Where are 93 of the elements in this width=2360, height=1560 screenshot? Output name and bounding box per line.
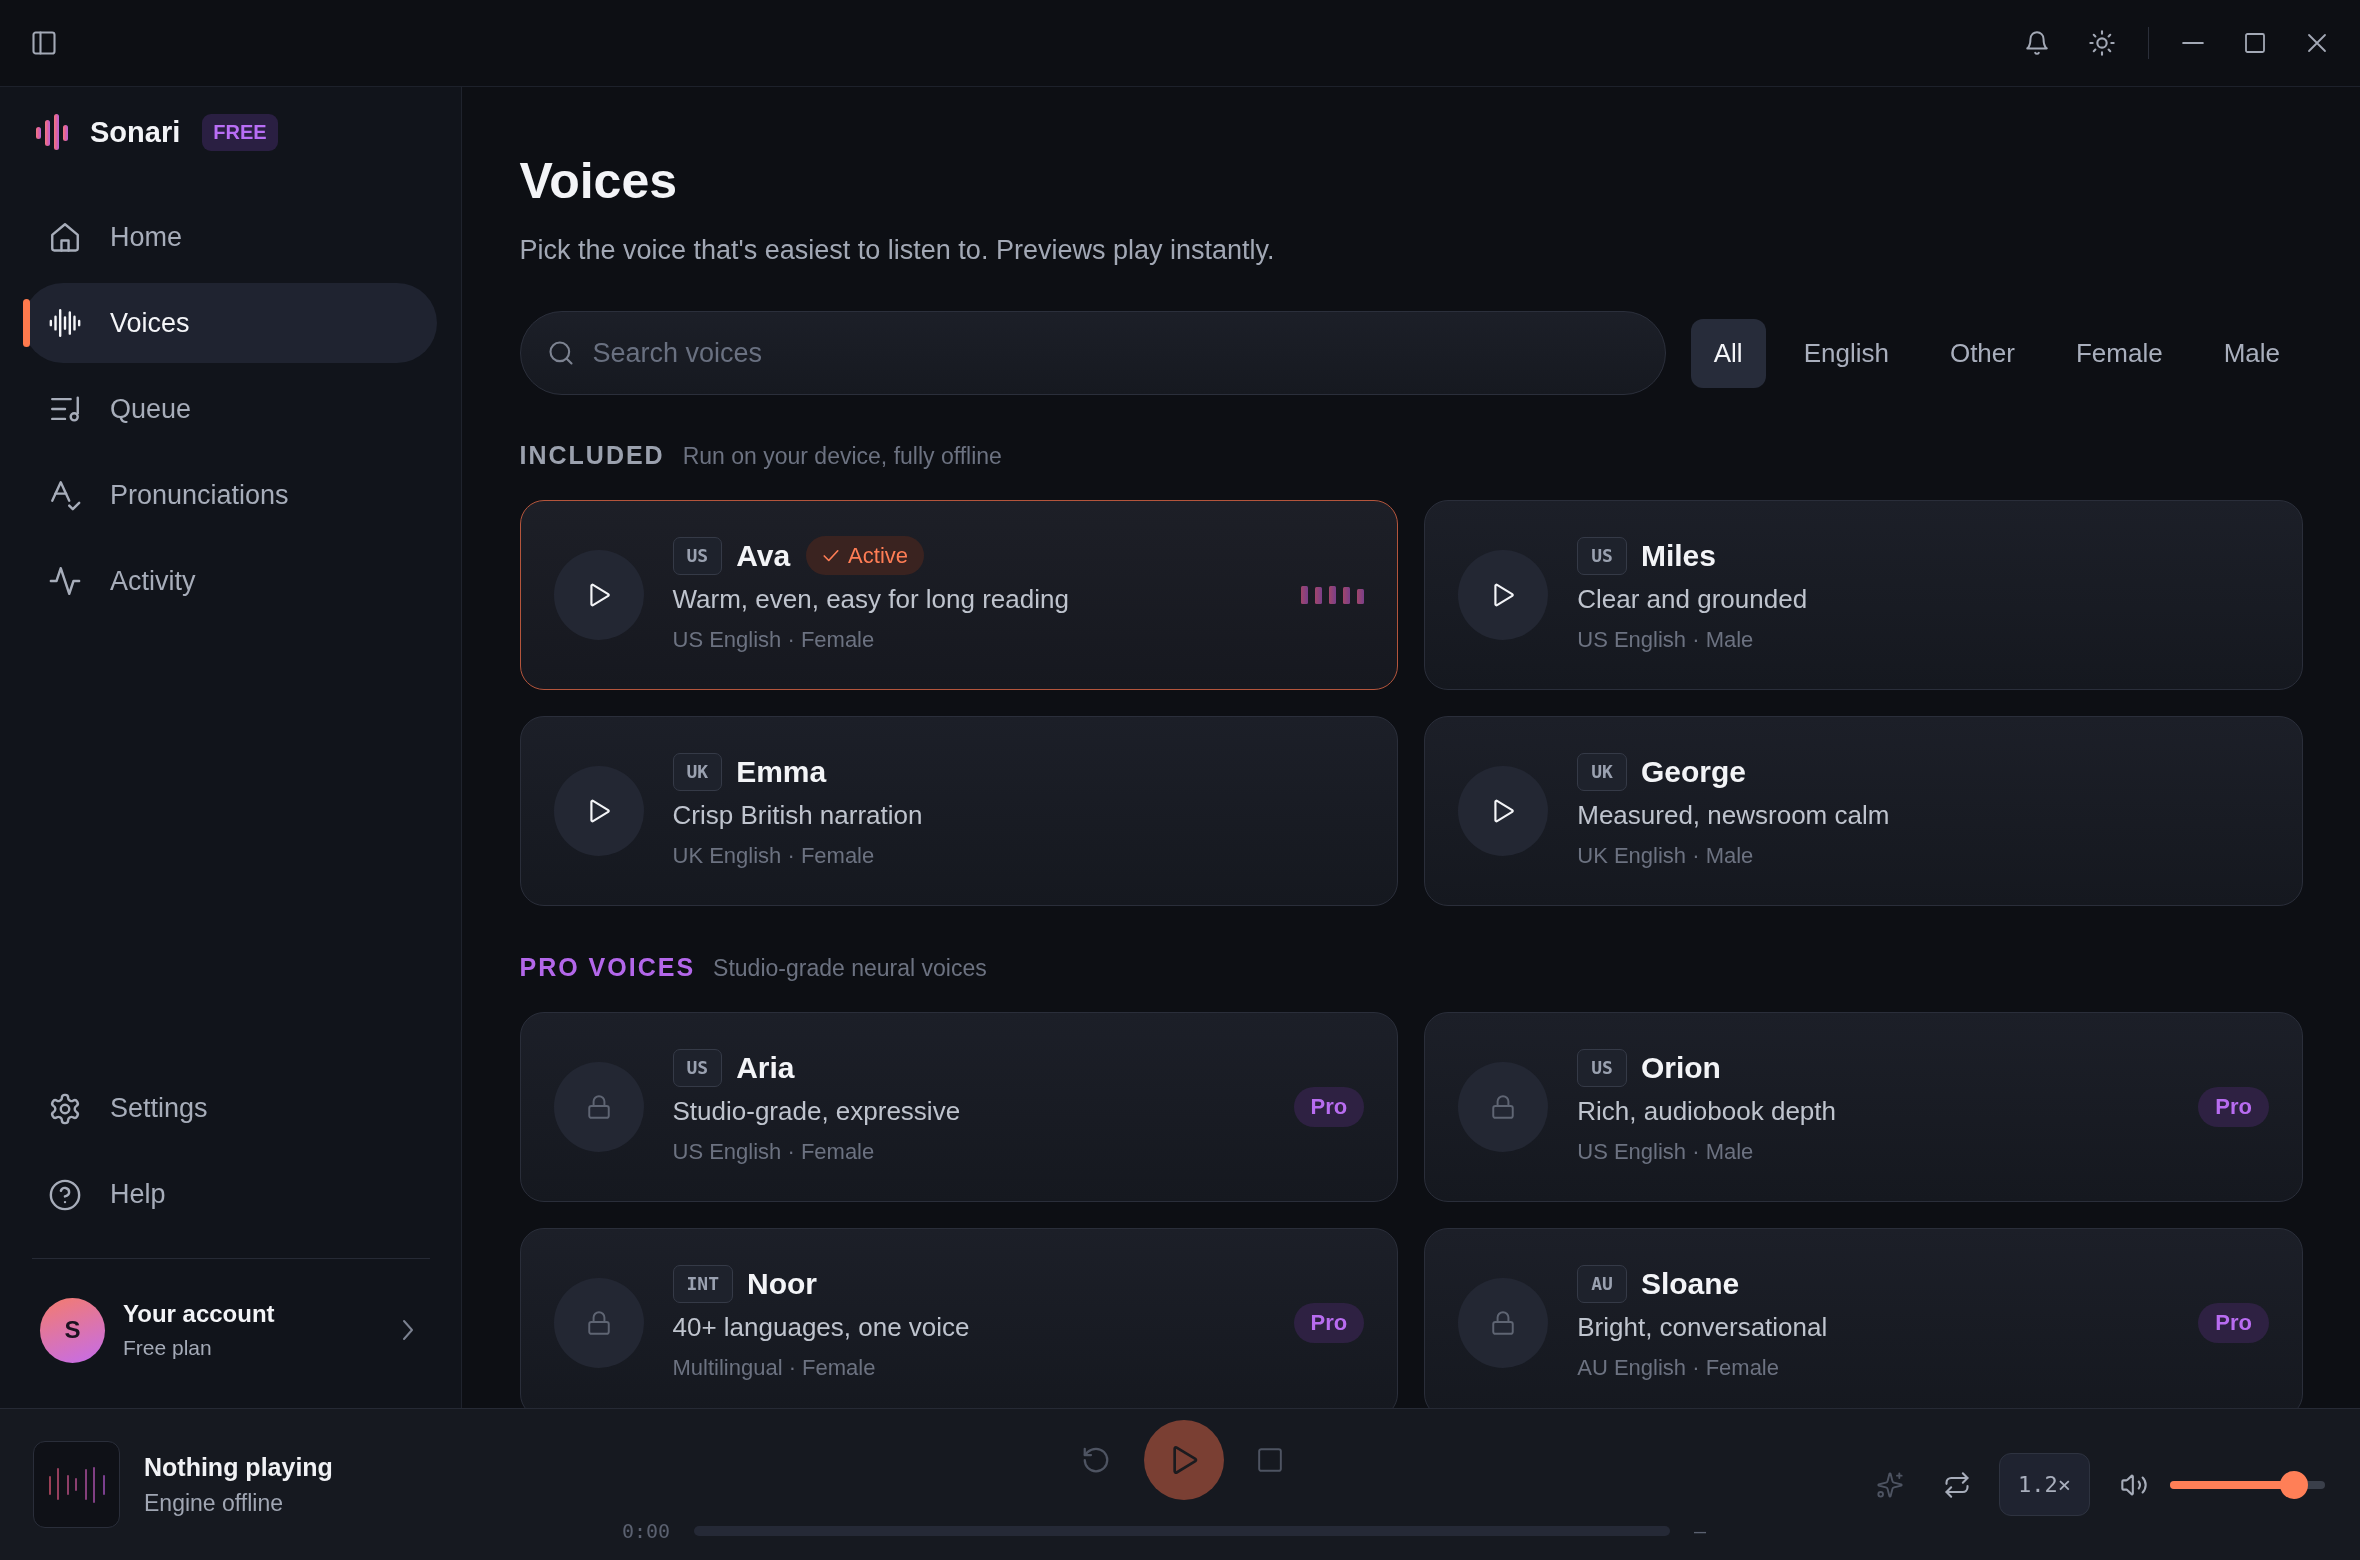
filter-tab[interactable]: All [1690, 318, 1766, 388]
plan-badge: FREE [202, 113, 278, 151]
filter-tab[interactable]: English [1780, 318, 1912, 388]
brand-logo-icon [36, 114, 68, 150]
region-tag: US [672, 1048, 723, 1087]
region-tag: UK [672, 752, 723, 791]
voice-details: UK English · Female [672, 841, 876, 870]
region-tag: US [1577, 1048, 1627, 1087]
voice-description: Measured, newsroom calm [1577, 798, 1891, 832]
minimize-icon [2182, 41, 2204, 45]
voice-description: Warm, even, easy for long reading [672, 582, 1070, 616]
nav-item[interactable]: Help [23, 1154, 437, 1235]
letter-check-icon [48, 478, 82, 512]
nav-item[interactable]: Queue [23, 369, 437, 449]
voice-name: Sloane [1640, 1266, 1740, 1301]
stop-icon [1257, 1447, 1284, 1473]
region-tag: US [672, 536, 723, 575]
sparkle-icon [1876, 1470, 1904, 1499]
page-subtitle: Pick the voice that's easiest to listen to. Previews play instantly. [519, 234, 1276, 267]
voice-description: Rich, audiobook depth [1577, 1094, 1837, 1128]
voice-description: Clear and grounded [1577, 582, 1809, 616]
voice-name: Aria [736, 1050, 795, 1085]
voice-card[interactable]: AU Sloane Bright, conversational AU English · Female Pro [1424, 1228, 2303, 1408]
repeat-icon [1943, 1470, 1971, 1499]
settings-icon [48, 1091, 82, 1126]
bell-icon [2023, 30, 2050, 56]
voice-name: Miles [1640, 538, 1716, 573]
section-title: INCLUDED [519, 440, 665, 471]
filter-tab[interactable]: Male [2200, 318, 2303, 388]
region-tag: UK [1577, 752, 1627, 791]
status-text: Active [848, 542, 909, 569]
filter-tab[interactable]: Female [2052, 318, 2186, 388]
voice-description: 40+ languages, one voice [672, 1310, 971, 1344]
voice-card[interactable]: UK Emma Crisp British narration UK English · Female [519, 716, 1399, 906]
account-button[interactable]: S Your account Free plan [23, 1290, 437, 1370]
pulse-icon [48, 564, 82, 598]
close-icon [2305, 31, 2329, 55]
voice-card[interactable]: UK George Measured, newsroom calm UK English · Male [1424, 716, 2303, 906]
voice-description: Bright, conversational [1577, 1310, 1829, 1344]
section-note: Studio-grade neural voices [713, 954, 987, 983]
voice-details: US English · Female [672, 1137, 876, 1166]
level-bars-icon [1301, 586, 1365, 604]
duration-time: – [1693, 1522, 1706, 1540]
voice-card[interactable]: US Miles Clear and grounded US English · Male [1424, 500, 2303, 690]
voice-details: Multilingual · Female [672, 1353, 877, 1382]
pro-badge: Pro [2198, 1303, 2269, 1343]
sidebar-panel-icon [30, 29, 58, 57]
voice-name: Orion [1640, 1050, 1721, 1085]
region-tag: AU [1577, 1264, 1627, 1303]
voice-name: Noor [747, 1266, 817, 1301]
voice-description: Studio-grade, expressive [672, 1094, 962, 1128]
page-title: Voices [519, 152, 678, 211]
pro-badge: Pro [2198, 1087, 2269, 1127]
region-tag: US [1577, 536, 1627, 575]
section-title: PRO VOICES [519, 952, 696, 983]
voice-card[interactable]: INT Noor 40+ languages, one voice Multilingual · Female Pro [519, 1228, 1399, 1408]
selection-bar-icon [23, 299, 30, 347]
pro-badge: Pro [1293, 1087, 1365, 1127]
section-note: Run on your device, fully offline [682, 442, 1002, 471]
nav-item[interactable]: Pronunciations [23, 455, 437, 535]
voice-details: AU English · Female [1577, 1353, 1780, 1382]
voice-description: Crisp British narration [672, 798, 924, 832]
pro-badge: Pro [1293, 1303, 1365, 1343]
elapsed-time: 0:00 [622, 1522, 671, 1540]
region-tag: INT [672, 1264, 733, 1303]
voice-name: George [1640, 754, 1746, 789]
search-input[interactable]: Search voices [592, 333, 1635, 373]
maximize-icon [2243, 31, 2267, 55]
engine-status: Engine offline [144, 1489, 284, 1517]
voice-details: US English · Female [672, 625, 876, 654]
voice-card[interactable]: US Aria Studio-grade, expressive US English · Female Pro [519, 1012, 1399, 1202]
waveform-icon [48, 306, 82, 340]
voice-details: US English · Male [1577, 625, 1755, 654]
voice-name: Emma [736, 754, 827, 789]
avatar: S [40, 1297, 105, 1363]
search-icon [546, 339, 575, 367]
search-field[interactable]: Search voices [519, 311, 1666, 395]
filter-tab[interactable]: Other [1926, 318, 2038, 388]
voice-details: US English · Male [1577, 1137, 1755, 1166]
home-icon [48, 220, 82, 254]
sun-icon [2087, 29, 2116, 57]
help-icon [48, 1177, 82, 1212]
voice-card[interactable]: US Orion Rich, audiobook depth US English · Male Pro [1424, 1012, 2303, 1202]
nav-item[interactable]: Home [23, 197, 437, 277]
track-title: Nothing playing [144, 1452, 333, 1482]
brand-name: Sonari [90, 115, 181, 149]
nav-item[interactable]: Activity [23, 541, 437, 621]
voice-name: Ava [736, 538, 791, 573]
waveform-thumbnail-icon [33, 1441, 120, 1528]
nav-item[interactable]: Settings [23, 1068, 437, 1149]
voice-card[interactable]: US Ava Active Warm, even, easy for long reading US English · Female [519, 500, 1399, 690]
voice-details: UK English · Male [1577, 841, 1755, 870]
nav-item[interactable]: Voices [23, 283, 437, 363]
